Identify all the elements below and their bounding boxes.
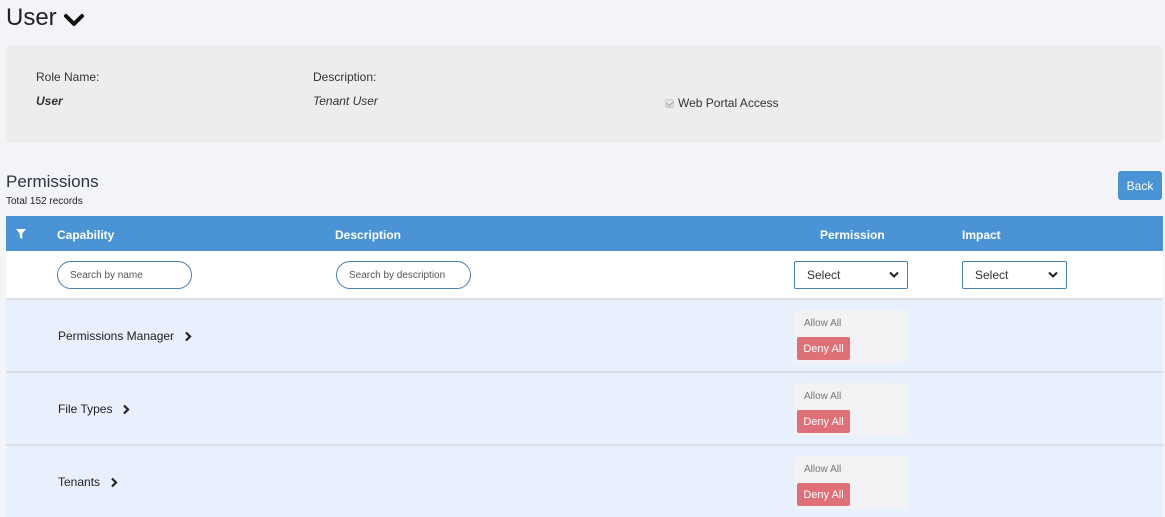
- search-by-description-input[interactable]: [336, 261, 471, 289]
- column-permission[interactable]: Permission: [820, 228, 885, 242]
- table-row: File Types Allow All Deny All: [6, 373, 1163, 446]
- column-impact[interactable]: Impact: [962, 228, 1001, 242]
- deny-all-button[interactable]: Deny All: [797, 410, 850, 433]
- deny-all-button[interactable]: Deny All: [797, 337, 850, 360]
- records-count: Total 152 records: [6, 196, 83, 207]
- role-details-card: Role Name: User Description: Tenant User…: [6, 45, 1163, 143]
- page-header[interactable]: User: [6, 4, 85, 32]
- capability-toggle[interactable]: File Types: [58, 402, 131, 416]
- capability-toggle[interactable]: Permissions Manager: [58, 329, 192, 343]
- chevron-down-icon: [889, 271, 899, 278]
- table-row: Permissions Manager Allow All Deny All: [6, 300, 1163, 373]
- deny-all-button[interactable]: Deny All: [797, 483, 850, 506]
- permission-controls: Allow All Deny All: [794, 383, 908, 436]
- role-name-label: Role Name:: [36, 70, 100, 84]
- capability-toggle[interactable]: Tenants: [58, 475, 118, 489]
- chevron-right-icon[interactable]: [110, 477, 118, 488]
- filter-icon[interactable]: [16, 229, 26, 239]
- filter-row: Select Select: [6, 251, 1163, 300]
- role-description-label: Description:: [313, 70, 377, 84]
- allow-all-button[interactable]: Allow All: [804, 464, 841, 475]
- permission-select[interactable]: Select: [794, 261, 908, 289]
- chevron-right-icon[interactable]: [122, 404, 131, 415]
- impact-select-value: Select: [975, 268, 1009, 282]
- table-row: Tenants Allow All Deny All: [6, 446, 1163, 517]
- search-by-name-input[interactable]: [57, 261, 192, 289]
- role-description-value: Tenant User: [313, 94, 378, 108]
- column-description[interactable]: Description: [335, 228, 401, 242]
- permission-controls: Allow All Deny All: [794, 310, 908, 363]
- web-portal-access: Web Portal Access: [665, 96, 779, 110]
- permission-controls: Allow All Deny All: [794, 456, 908, 509]
- permissions-title: Permissions: [6, 172, 99, 191]
- column-capability[interactable]: Capability: [57, 228, 114, 242]
- table-header: Capability Description Permission Impact: [6, 216, 1163, 251]
- web-portal-label: Web Portal Access: [678, 96, 779, 110]
- chevron-down-icon: [1048, 271, 1058, 278]
- chevron-right-icon[interactable]: [184, 331, 192, 342]
- capability-name: Permissions Manager: [58, 329, 175, 343]
- web-portal-checkbox: [665, 98, 674, 108]
- back-button[interactable]: Back: [1118, 171, 1162, 200]
- capability-name: Tenants: [58, 475, 101, 489]
- allow-all-button[interactable]: Allow All: [804, 391, 841, 402]
- page-title: User: [6, 4, 57, 31]
- role-name-value: User: [36, 94, 63, 108]
- capability-name: File Types: [58, 402, 113, 416]
- allow-all-button[interactable]: Allow All: [804, 318, 841, 329]
- permissions-table: Capability Description Permission Impact…: [6, 216, 1163, 517]
- chevron-down-icon[interactable]: [63, 12, 85, 28]
- impact-select[interactable]: Select: [962, 261, 1067, 289]
- permission-select-value: Select: [807, 268, 841, 282]
